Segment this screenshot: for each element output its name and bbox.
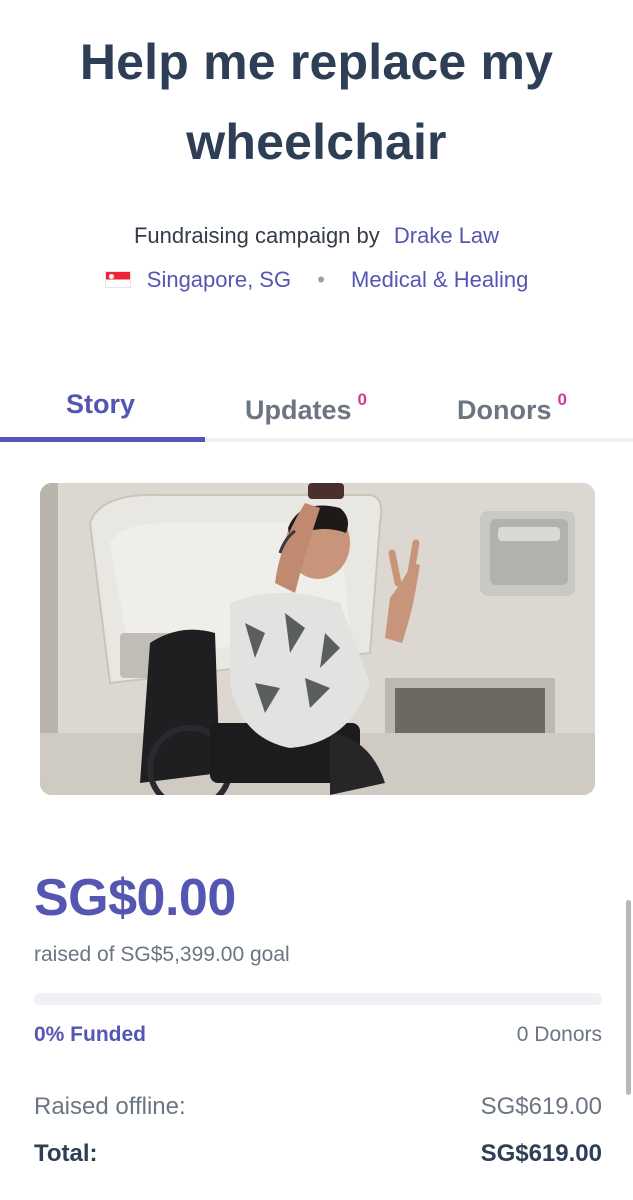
funding-progress-bar bbox=[34, 993, 602, 1005]
funded-percent: 0% Funded bbox=[34, 1023, 147, 1046]
amount-raised: SG$0.00 bbox=[34, 869, 236, 927]
tab-donors-count: 0 bbox=[557, 390, 567, 409]
total-value: SG$619.00 bbox=[480, 1140, 602, 1167]
tab-story-label: Story bbox=[66, 389, 136, 419]
category-link[interactable]: Medical & Healing bbox=[351, 267, 528, 292]
author-link[interactable]: Drake Law bbox=[394, 223, 499, 248]
page-scrollbar[interactable] bbox=[626, 900, 631, 1095]
campaign-photo-illustration bbox=[40, 483, 595, 795]
campaign-byline: Fundraising campaign by Drake Law bbox=[0, 222, 633, 250]
tab-donors-label: Donors bbox=[457, 395, 552, 425]
singapore-flag-icon bbox=[104, 271, 131, 288]
tab-donors[interactable]: Donors 0 bbox=[457, 386, 567, 428]
tab-updates[interactable]: Updates 0 bbox=[245, 386, 367, 428]
campaign-title: Help me replace my wheelchair bbox=[79, 34, 554, 170]
total-label: Total: bbox=[34, 1140, 98, 1167]
campaign-meta: Singapore, SG • Medical & Healing bbox=[0, 266, 633, 294]
active-tab-indicator bbox=[0, 437, 205, 442]
campaign-photo[interactable] bbox=[40, 483, 595, 795]
byline-prefix: Fundraising campaign by bbox=[133, 223, 380, 248]
raised-offline-value: SG$619.00 bbox=[480, 1093, 602, 1120]
tab-updates-count: 0 bbox=[357, 390, 367, 409]
donor-count[interactable]: 0 Donors bbox=[517, 1020, 602, 1050]
campaign-tabs: Story Updates 0 Donors 0 bbox=[0, 380, 633, 442]
separator-dot: • bbox=[317, 267, 325, 292]
goal-text: raised of SG$5,399.00 goal bbox=[34, 943, 290, 966]
tab-updates-label: Updates bbox=[245, 395, 352, 425]
tab-story[interactable]: Story bbox=[66, 386, 135, 422]
raised-offline-label: Raised offline: bbox=[34, 1093, 186, 1120]
location-link[interactable]: Singapore, SG bbox=[147, 267, 291, 292]
